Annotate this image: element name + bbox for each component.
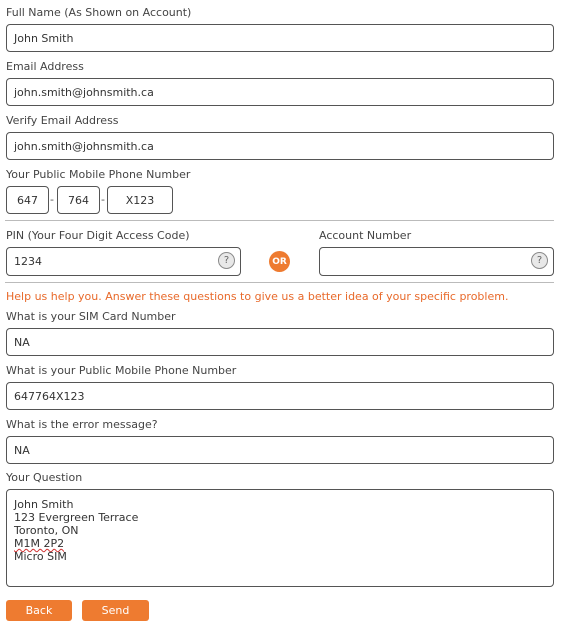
- full-name-label: Full Name (As Shown on Account): [6, 6, 192, 19]
- email-input[interactable]: john.smith@johnsmith.ca: [6, 78, 554, 106]
- account-number-input[interactable]: [319, 247, 554, 276]
- phone-prefix-input[interactable]: 764: [57, 186, 100, 214]
- or-badge: OR: [269, 251, 290, 272]
- question-line: John Smith: [14, 498, 74, 511]
- question-line: Micro SIM: [14, 550, 67, 563]
- question-line: Toronto, ON: [14, 524, 79, 537]
- back-button[interactable]: Back: [6, 600, 72, 621]
- divider: [5, 220, 554, 221]
- question-line: M1M 2P2: [14, 537, 65, 550]
- help-instructions: Help us help you. Answer these questions…: [6, 290, 509, 303]
- send-button[interactable]: Send: [82, 600, 149, 621]
- verify-email-label: Verify Email Address: [6, 114, 119, 127]
- problem-phone-input[interactable]: 647764X123: [6, 382, 554, 410]
- sim-card-label: What is your SIM Card Number: [6, 310, 176, 323]
- phone-line-number-input[interactable]: X123: [107, 186, 173, 214]
- error-message-input[interactable]: NA: [6, 436, 554, 464]
- question-label: Your Question: [6, 471, 83, 484]
- verify-email-input[interactable]: john.smith@johnsmith.ca: [6, 132, 554, 160]
- phone-separator: -: [101, 193, 105, 206]
- question-circle-icon[interactable]: ?: [531, 252, 548, 269]
- account-number-label: Account Number: [319, 229, 412, 242]
- sim-card-input[interactable]: NA: [6, 328, 554, 356]
- phone-area-code-input[interactable]: 647: [6, 186, 49, 214]
- problem-phone-label: What is your Public Mobile Phone Number: [6, 364, 237, 377]
- full-name-input[interactable]: John Smith: [6, 24, 554, 52]
- question-textarea[interactable]: John Smith 123 Evergreen Terrace Toronto…: [6, 489, 554, 587]
- phone-separator: -: [50, 193, 54, 206]
- error-message-label: What is the error message?: [6, 418, 158, 431]
- pin-input[interactable]: 1234: [6, 247, 241, 276]
- email-label: Email Address: [6, 60, 84, 73]
- pin-label: PIN (Your Four Digit Access Code): [6, 229, 190, 242]
- question-line: 123 Evergreen Terrace: [14, 511, 139, 524]
- question-circle-icon[interactable]: ?: [218, 252, 235, 269]
- divider: [5, 282, 554, 283]
- phone-label: Your Public Mobile Phone Number: [6, 168, 191, 181]
